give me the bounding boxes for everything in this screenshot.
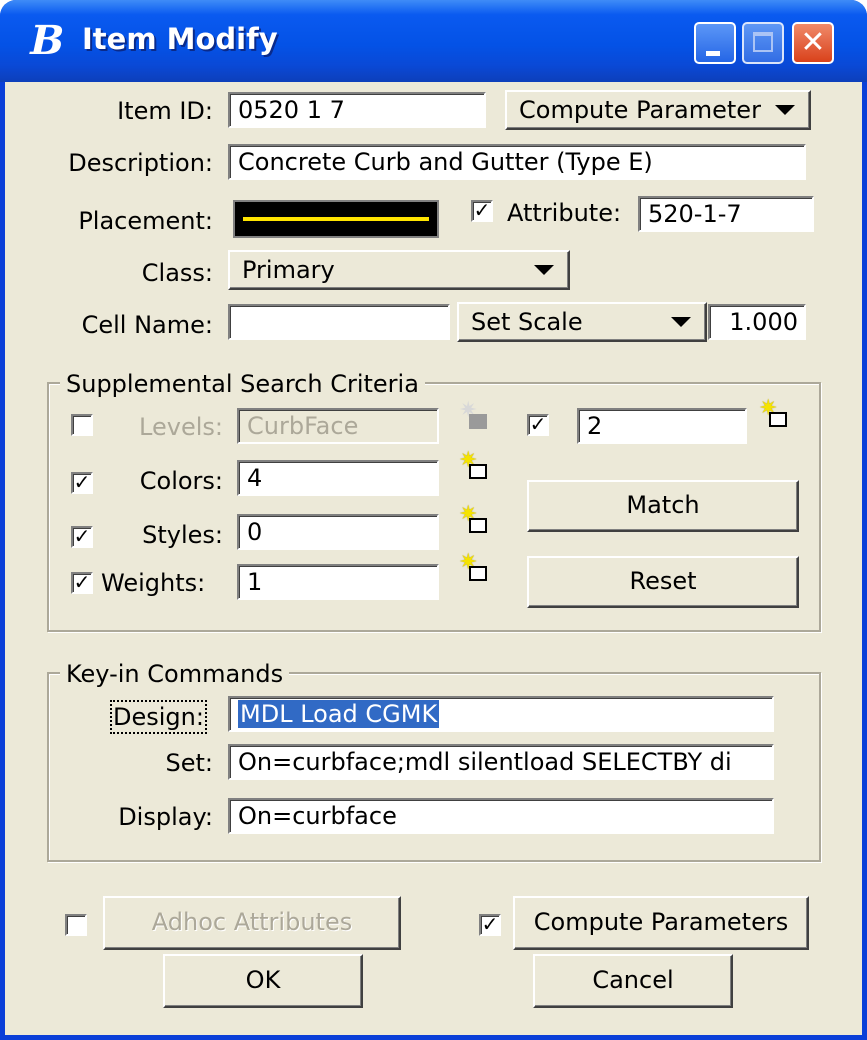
match-button[interactable]: Match xyxy=(527,480,799,532)
maximize-button[interactable] xyxy=(742,22,784,64)
supplemental-search-title: Supplemental Search Criteria xyxy=(60,369,425,399)
levels-checkbox[interactable] xyxy=(71,414,93,436)
minimize-button[interactable] xyxy=(694,22,736,64)
levels-label: Levels: xyxy=(139,413,223,441)
ok-button[interactable]: OK xyxy=(163,954,363,1008)
reset-button[interactable]: Reset xyxy=(527,556,799,608)
check-mark-icon: ✓ xyxy=(73,570,91,594)
level-extra-pick-icon[interactable]: ✷ xyxy=(759,398,791,436)
colors-field[interactable]: 4 xyxy=(237,460,439,496)
dialog-body: Item ID: 0520 1 7 Compute Parameter Desc… xyxy=(5,82,862,1035)
design-label: Design: xyxy=(110,700,207,734)
levels-field[interactable]: CurbFace xyxy=(237,408,439,444)
styles-field[interactable]: 0 xyxy=(237,514,439,550)
placement-swatch[interactable] xyxy=(233,200,439,238)
weights-checkbox[interactable]: ✓ xyxy=(71,572,93,594)
display-label: Display: xyxy=(118,803,213,831)
placement-label: Placement: xyxy=(78,207,213,235)
styles-label: Styles: xyxy=(142,521,223,549)
set-label: Set: xyxy=(165,749,214,777)
item-id-label: Item ID: xyxy=(117,97,213,125)
check-mark-icon: ✓ xyxy=(481,912,499,936)
chevron-down-icon xyxy=(534,265,554,275)
check-mark-icon: ✓ xyxy=(529,412,547,436)
scale-value-field[interactable]: 1.000 xyxy=(708,304,806,340)
item-id-field[interactable]: 0520 1 7 xyxy=(228,92,486,128)
check-mark-icon: ✓ xyxy=(73,524,91,548)
app-logo-icon: B xyxy=(25,17,70,64)
check-mark-icon: ✓ xyxy=(473,198,491,222)
class-value: Primary xyxy=(242,256,335,284)
set-scale-label: Set Scale xyxy=(471,308,583,336)
colors-checkbox[interactable]: ✓ xyxy=(71,472,93,494)
chevron-down-icon xyxy=(775,105,795,115)
cancel-button[interactable]: Cancel xyxy=(533,954,733,1008)
design-label-text: Design: xyxy=(110,700,207,734)
minimize-icon xyxy=(706,51,720,56)
level-extra-field[interactable]: 2 xyxy=(577,408,747,444)
description-label: Description: xyxy=(68,149,213,177)
adhoc-attributes-button[interactable]: Adhoc Attributes xyxy=(103,896,401,950)
levels-pick-icon[interactable]: ✷ xyxy=(459,400,491,438)
window-title: Item Modify xyxy=(82,22,278,56)
set-field[interactable]: On=curbface;mdl silentload SELECTBY di xyxy=(228,744,774,780)
class-dropdown[interactable]: Primary xyxy=(228,250,570,290)
design-field[interactable]: MDL Load CGMK xyxy=(228,696,774,732)
display-field[interactable]: On=curbface xyxy=(228,798,774,834)
class-label: Class: xyxy=(141,259,213,287)
level-extra-checkbox[interactable]: ✓ xyxy=(527,414,549,436)
compute-parameter-menu[interactable]: Compute Parameter xyxy=(505,90,811,130)
adhoc-attributes-checkbox[interactable] xyxy=(65,914,87,936)
attribute-field[interactable]: 520-1-7 xyxy=(638,196,814,232)
compute-parameters-checkbox[interactable]: ✓ xyxy=(479,914,501,936)
cell-name-field[interactable] xyxy=(228,304,450,340)
design-field-selection: MDL Load CGMK xyxy=(238,700,440,728)
attribute-checkbox[interactable]: ✓ xyxy=(471,200,493,222)
title-bar[interactable]: B Item Modify ✕ xyxy=(0,0,867,82)
close-button[interactable]: ✕ xyxy=(792,22,834,64)
compute-parameters-button[interactable]: Compute Parameters xyxy=(513,896,809,950)
weights-label: Weights: xyxy=(101,569,206,597)
cell-name-label: Cell Name: xyxy=(81,311,213,339)
check-mark-icon: ✓ xyxy=(73,470,91,494)
attribute-label: Attribute: xyxy=(507,199,622,227)
weights-field[interactable]: 1 xyxy=(237,564,439,600)
keyin-commands-title: Key-in Commands xyxy=(60,659,290,689)
styles-pick-icon[interactable]: ✷ xyxy=(459,504,491,542)
compute-parameter-label: Compute Parameter xyxy=(519,96,761,124)
dialog-window: B Item Modify ✕ Item ID: 0520 1 7 Comput… xyxy=(0,0,867,1040)
chevron-down-icon xyxy=(671,317,691,327)
set-scale-menu[interactable]: Set Scale xyxy=(457,302,707,342)
placement-line xyxy=(243,217,429,221)
weights-pick-icon[interactable]: ✷ xyxy=(459,552,491,590)
maximize-icon xyxy=(753,32,773,52)
colors-pick-icon[interactable]: ✷ xyxy=(459,450,491,488)
close-icon: ✕ xyxy=(800,25,826,60)
description-field[interactable]: Concrete Curb and Gutter (Type E) xyxy=(228,144,806,180)
colors-label: Colors: xyxy=(139,467,223,495)
styles-checkbox[interactable]: ✓ xyxy=(71,526,93,548)
